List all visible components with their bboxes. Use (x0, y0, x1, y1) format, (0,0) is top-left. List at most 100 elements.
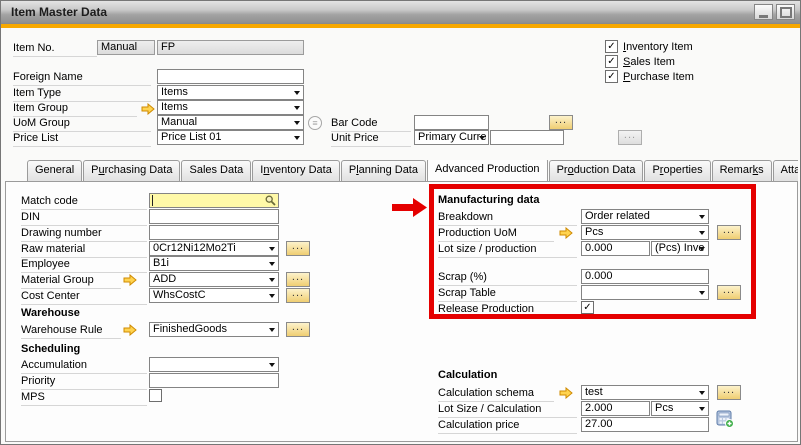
raw-material-select[interactable]: 0Cr12Ni12Mo2Ti (149, 241, 279, 256)
sales-item-label: Sales Item (623, 56, 675, 70)
calculation-section-header: Calculation (438, 369, 497, 381)
uom-group-label: UoM Group (13, 117, 151, 132)
calculation-schema-browse-button[interactable]: ... (717, 385, 741, 400)
priority-input[interactable] (149, 373, 279, 388)
mps-checkbox[interactable] (149, 389, 162, 402)
calculation-schema-select[interactable]: test (581, 385, 709, 400)
uom-group-select[interactable]: Manual (157, 115, 304, 130)
scrap-pct-input[interactable]: 0.000 (581, 269, 709, 284)
price-list-select[interactable]: Price List 01 (157, 130, 304, 145)
tab-sales-data[interactable]: Sales Data (181, 160, 251, 181)
tab-properties[interactable]: Properties (644, 160, 710, 181)
match-code-label: Match code (21, 195, 147, 210)
scrap-table-select[interactable] (581, 285, 709, 300)
scrap-table-browse-button[interactable]: ... (717, 285, 741, 300)
employee-label: Employee (21, 258, 147, 273)
employee-select[interactable]: B1i (149, 256, 279, 271)
chevron-down-icon (699, 247, 705, 251)
tab-production-data[interactable]: Production Data (549, 160, 644, 181)
unit-price-currency-select[interactable]: Primary Curre (414, 130, 489, 145)
scheduling-section-header: Scheduling (21, 343, 80, 355)
calculator-icon[interactable] (716, 410, 734, 428)
titlebar[interactable]: Item Master Data (1, 1, 800, 24)
drawing-number-input[interactable] (149, 225, 279, 240)
tab-purchasing-data[interactable]: Purchasing Data (83, 160, 180, 181)
search-icon[interactable] (265, 195, 276, 206)
unit-price-browse-button[interactable]: ... (618, 130, 642, 145)
chevron-down-icon (479, 136, 485, 140)
production-uom-select[interactable]: Pcs (581, 225, 709, 240)
raw-material-label: Raw material (21, 243, 147, 258)
item-group-select[interactable]: Items (157, 100, 304, 115)
breakdown-select[interactable]: Order related (581, 209, 709, 224)
link-arrow-icon[interactable] (559, 387, 573, 399)
link-arrow-icon[interactable] (559, 227, 573, 239)
window-controls (754, 4, 795, 20)
chevron-down-icon (699, 215, 705, 219)
drawing-number-label: Drawing number (21, 227, 147, 242)
tab-remarks[interactable]: Remarks (712, 160, 772, 181)
unit-price-input[interactable] (490, 130, 564, 145)
item-type-label: Item Type (13, 87, 151, 102)
tab-advanced-production[interactable]: Advanced Production (427, 160, 548, 181)
chevron-down-icon (269, 363, 275, 367)
foreign-name-input[interactable] (157, 69, 304, 84)
chevron-down-icon (269, 262, 275, 266)
material-group-label: Material Group (21, 274, 121, 289)
lot-size-production-label: Lot size / production (438, 243, 577, 258)
tab-attachments[interactable]: Attachments (773, 160, 798, 181)
link-arrow-icon[interactable] (141, 103, 155, 115)
lot-size-production-input[interactable]: 0.000 (581, 241, 650, 256)
scrap-pct-label: Scrap (%) (438, 271, 577, 286)
accumulation-select[interactable] (149, 357, 279, 372)
maximize-button[interactable] (776, 4, 795, 20)
bar-code-input[interactable] (414, 115, 489, 130)
warehouse-rule-label: Warehouse Rule (21, 324, 121, 339)
match-code-input[interactable] (149, 193, 279, 208)
sales-item-checkbox[interactable]: ✓ (605, 55, 618, 68)
link-arrow-icon[interactable] (123, 324, 137, 336)
release-production-label: Release Production (438, 303, 577, 318)
item-no-series-combo[interactable]: Manual (97, 40, 155, 55)
warehouse-rule-select[interactable]: FinishedGoods (149, 322, 279, 337)
link-arrow-icon[interactable] (123, 274, 137, 286)
inventory-item-checkbox[interactable]: ✓ (605, 40, 618, 53)
production-uom-label: Production UoM (438, 227, 554, 242)
minimize-icon (759, 15, 768, 18)
chevron-down-icon (269, 247, 275, 251)
uom-definition-icon[interactable]: ≡ (308, 116, 322, 130)
item-no-label: Item No. (13, 42, 97, 57)
production-uom-browse-button[interactable]: ... (717, 225, 741, 240)
lot-size-calculation-input[interactable]: 2.000 (581, 401, 650, 416)
mps-label: MPS (21, 391, 147, 406)
cost-center-select[interactable]: WhsCostC (149, 288, 279, 303)
scrap-table-label: Scrap Table (438, 287, 577, 302)
item-type-select[interactable]: Items (157, 85, 304, 100)
din-input[interactable] (149, 209, 279, 224)
bar-code-browse-button[interactable]: ... (549, 115, 573, 130)
raw-material-browse-button[interactable]: ... (286, 241, 310, 256)
calculation-price-input[interactable]: 27.00 (581, 417, 709, 432)
lot-size-calculation-uom-select[interactable]: Pcs (651, 401, 709, 416)
lot-size-production-uom-select[interactable]: (Pcs) Inve (651, 241, 709, 256)
warehouse-rule-browse-button[interactable]: ... (286, 322, 310, 337)
tab-general[interactable]: General (27, 160, 82, 181)
manufacturing-data-header: Manufacturing data (438, 194, 539, 206)
material-group-browse-button[interactable]: ... (286, 272, 310, 287)
item-no-field[interactable]: FP (157, 40, 304, 55)
accumulation-label: Accumulation (21, 359, 147, 374)
chevron-down-icon (294, 91, 300, 95)
release-production-checkbox[interactable]: ✓ (581, 301, 594, 314)
chevron-down-icon (269, 278, 275, 282)
tab-inventory-data[interactable]: Inventory Data (252, 160, 340, 181)
minimize-button[interactable] (754, 4, 773, 20)
window-title: Item Master Data (11, 5, 107, 19)
chevron-down-icon (269, 294, 275, 298)
inventory-item-label: Inventory Item (623, 41, 693, 55)
bar-code-label: Bar Code (331, 117, 411, 132)
material-group-select[interactable]: ADD (149, 272, 279, 287)
chevron-down-icon (699, 291, 705, 295)
tab-planning-data[interactable]: Planning Data (341, 160, 426, 181)
purchase-item-checkbox[interactable]: ✓ (605, 70, 618, 83)
cost-center-browse-button[interactable]: ... (286, 288, 310, 303)
